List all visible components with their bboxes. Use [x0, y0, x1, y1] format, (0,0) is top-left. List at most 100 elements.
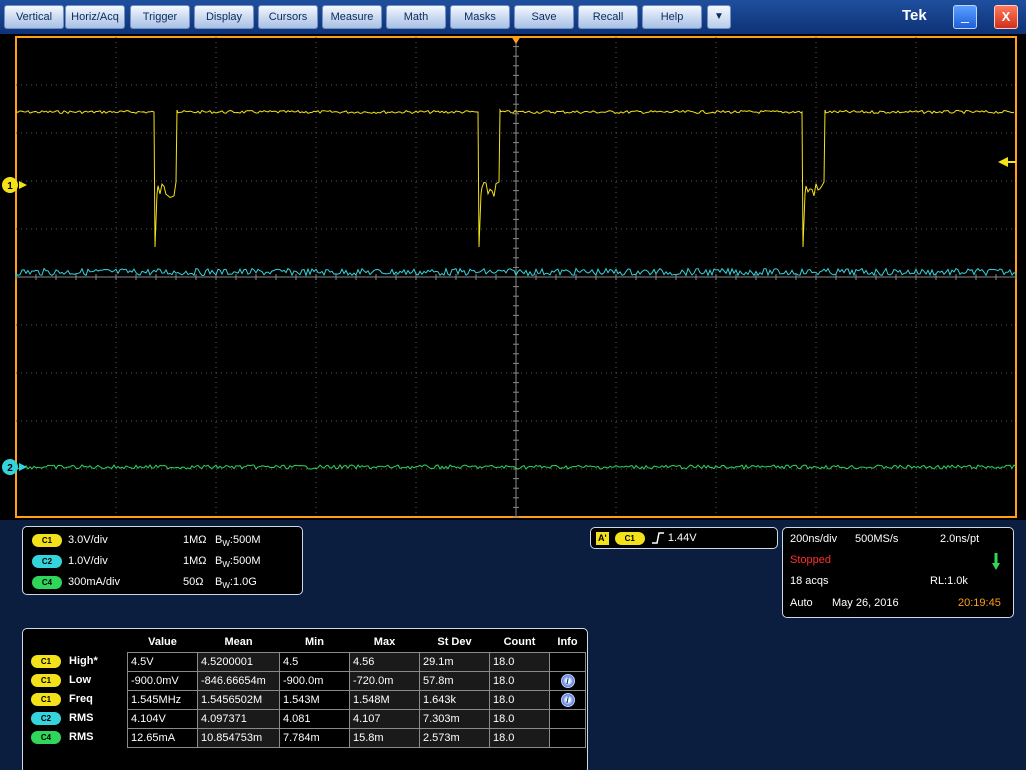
column-header: Min	[305, 636, 324, 649]
measurement-count: 18.0	[489, 727, 550, 748]
bandwidth-subscript: W	[222, 560, 230, 570]
bandwidth-subscript: W	[222, 581, 230, 591]
measurement-source-chip: C1	[31, 692, 61, 706]
table-row[interactable]: 4.104V 4.097371 4.081 4.107 7.303m 18.0	[127, 708, 586, 729]
measurement-value: 4.5V	[127, 651, 198, 672]
measurement-stdev: 29.1m	[419, 651, 490, 672]
menu-trigger-button[interactable]: Trigger	[130, 5, 190, 29]
measurement-table: Value Mean Min Max St Dev Count Info 4.5V 4.520…	[127, 633, 586, 748]
measurement-name: RMS	[69, 712, 94, 724]
table-row[interactable]: 1.545MHz 1.5456502M 1.543M 1.548M 1.643k 18.0…	[127, 689, 586, 710]
menu-masks-button[interactable]: Masks	[450, 5, 510, 29]
acquisition-status: Stopped	[790, 554, 831, 566]
close-button[interactable]: X	[994, 5, 1018, 29]
measurement-count: 18.0	[489, 651, 550, 672]
menu-measure-button[interactable]: Measure	[322, 5, 382, 29]
measurement-row-label: C2 RMS	[31, 709, 93, 728]
measurement-stdev: 7.303m	[419, 708, 490, 729]
measurement-value: 4.104V	[127, 708, 198, 729]
measurement-count: 18.0	[489, 708, 550, 729]
measurement-name: RMS	[69, 731, 94, 743]
channel-chip-c1[interactable]: C1	[32, 534, 62, 547]
trigger-level: 1.44V	[667, 532, 697, 544]
measurement-max: 4.107	[349, 708, 420, 729]
waveform-display[interactable]: 12 SW VOUT IOUT	[0, 34, 1026, 520]
table-row[interactable]: 4.5V 4.5200001 4.5 4.56 29.1m 18.0	[127, 651, 586, 672]
measurement-mean: 4.5200001	[197, 651, 280, 672]
graticule: 12	[2, 36, 1017, 518]
channel-scale: 300mA/div	[68, 576, 120, 588]
menu-recall-button[interactable]: Recall	[578, 5, 638, 29]
minimize-button[interactable]: _	[953, 5, 977, 29]
menu-save-button[interactable]: Save	[514, 5, 574, 29]
date: May 26, 2016	[832, 597, 899, 609]
channel-impedance: 1MΩ	[183, 534, 207, 546]
trigger-source-chip: C1	[614, 532, 645, 545]
channel-bandwidth: BW:500M	[215, 532, 260, 548]
brand-logo: Tek	[902, 7, 927, 24]
measurement-value: 12.65mA	[127, 727, 198, 748]
measurement-max: 15.8m	[349, 727, 420, 748]
iout-label: IOUT	[25, 391, 52, 403]
sw-label: SW	[29, 78, 47, 90]
measurement-row-label: C1 High*	[31, 652, 98, 671]
measurement-mean: 1.5456502M	[197, 689, 280, 710]
menu-help-button[interactable]: Help	[642, 5, 702, 29]
menu-cursors-button[interactable]: Cursors	[258, 5, 318, 29]
table-row[interactable]: 12.65mA 10.854753m 7.784m 15.8m 2.573m 18.0	[127, 727, 586, 748]
measurement-panel[interactable]: C1 High* C1 Low C1 Freq C2 RMS C4 RMS Value Mean Mi…	[22, 628, 588, 770]
menu-horiz-acq-button[interactable]: Horiz/Acq	[65, 5, 125, 29]
measurement-stdev: 2.573m	[419, 727, 490, 748]
column-header: Value	[148, 636, 177, 649]
channel-chip-c4[interactable]: C4	[32, 576, 62, 589]
measurement-info	[549, 727, 586, 748]
trigger-mode-badge: A'	[596, 532, 609, 545]
measurement-max: 4.56	[349, 651, 420, 672]
measurement-max: 1.548M	[349, 689, 420, 710]
channel-scale: 3.0V/div	[68, 534, 108, 546]
acquisition-panel[interactable]: 200ns/div 500MS/s 2.0ns/pt Stopped 18 ac…	[782, 527, 1014, 618]
measurement-mean: 10.854753m	[197, 727, 280, 748]
measurement-row-label: C1 Low	[31, 671, 91, 690]
channel-bandwidth: BW:1.0G	[215, 574, 257, 590]
measurement-value: 1.545MHz	[127, 689, 198, 710]
measurement-name: Freq	[69, 693, 93, 705]
bandwidth-subscript: W	[222, 539, 230, 549]
sample-rate: 500MS/s	[855, 533, 899, 545]
menu-bar: Vertical Horiz/Acq Trigger Display Cursors Me…	[0, 0, 1026, 34]
column-header: St Dev	[437, 636, 472, 649]
measurement-mean: -846.66654m	[197, 670, 280, 691]
trigger-panel[interactable]: A' C1 1.44V	[590, 527, 778, 549]
acquisition-count: 18 acqs	[790, 575, 829, 587]
measurement-name: Low	[69, 674, 91, 686]
bandwidth-value: :500M	[229, 555, 261, 567]
info-icon[interactable]: i	[560, 673, 575, 688]
menu-display-button[interactable]: Display	[194, 5, 254, 29]
table-row[interactable]: -900.0mV -846.66654m -900.0m -720.0m 57.8m 18…	[127, 670, 586, 691]
measurement-row-label: C1 Freq	[31, 690, 93, 709]
menu-vertical-button[interactable]: Vertical	[4, 5, 64, 29]
channel-scale: 1.0V/div	[68, 555, 108, 567]
measurement-max: -720.0m	[349, 670, 420, 691]
channel-panel[interactable]: C1 3.0V/div 1MΩ BW:500M C2 1.0V/div 1MΩ BW:500M…	[22, 526, 303, 595]
timebase: 200ns/div	[790, 533, 838, 545]
measurement-stdev: 57.8m	[419, 670, 490, 691]
channel-chip-c2[interactable]: C2	[32, 555, 62, 568]
measurement-min: 4.5	[279, 651, 350, 672]
column-header: Count	[503, 636, 536, 649]
channel-impedance: 50Ω	[183, 576, 204, 588]
info-icon[interactable]: i	[560, 692, 575, 707]
measurement-min: -900.0m	[279, 670, 350, 691]
measurement-info	[549, 651, 586, 672]
column-header: Mean	[224, 636, 253, 649]
record-length: RL:1.0k	[930, 575, 968, 587]
measurement-source-chip: C1	[31, 654, 61, 668]
menu-overflow-button[interactable]: ▼	[707, 5, 731, 29]
measurement-stdev: 1.643k	[419, 689, 490, 710]
menu-math-button[interactable]: Math	[386, 5, 446, 29]
measurement-info: i	[549, 670, 586, 691]
column-header: Max	[373, 636, 396, 649]
measurement-row-label: C4 RMS	[31, 728, 93, 747]
measurement-min: 1.543M	[279, 689, 350, 710]
ch1-marker-icon-label: 1	[7, 181, 13, 192]
